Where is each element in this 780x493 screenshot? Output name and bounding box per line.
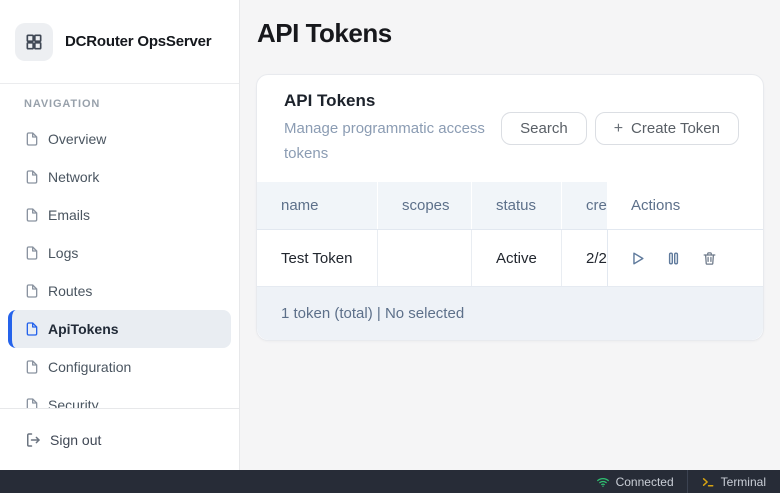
terminal-label: Terminal [721,475,766,489]
sidebar: DCRouter OpsServer NAVIGATION Overview N… [0,0,240,470]
page-title: API Tokens [257,18,764,48]
card-subtitle: Manage programmatic access tokens [284,116,492,166]
file-icon [24,397,40,408]
main-content: API Tokens API Tokens Manage programmati… [240,0,780,470]
file-icon [24,207,40,223]
sidebar-item-apitokens[interactable]: ApiTokens [8,310,231,348]
row-actions [607,230,763,286]
plus-icon: + [614,120,623,138]
column-header-scopes[interactable]: scopes [378,182,472,229]
brand-title: DCRouter OpsServer [65,33,211,50]
card-header: API Tokens Manage programmatic access to… [257,75,763,182]
app-window: DCRouter OpsServer NAVIGATION Overview N… [0,0,780,470]
file-icon [24,131,40,147]
card-header-text: API Tokens Manage programmatic access to… [284,91,492,166]
terminal-button[interactable]: Terminal [688,470,780,493]
sidebar-item-label: Network [48,169,99,185]
actions-sticky-column: Actions [607,182,763,286]
card-header-actions: Search + Create Token [501,112,739,145]
sign-out-label: Sign out [50,432,101,448]
status-bar: Connected Terminal [0,470,780,493]
sidebar-item-label: Security [48,397,99,408]
search-button[interactable]: Search [501,112,587,145]
file-icon [24,245,40,261]
file-icon [24,169,40,185]
connection-status-label: Connected [616,475,674,489]
sidebar-item-label: Logs [48,245,78,261]
sidebar-item-label: Emails [48,207,90,223]
terminal-icon [701,475,715,489]
sidebar-item-overview[interactable]: Overview [0,120,239,158]
create-token-button[interactable]: + Create Token [595,112,739,145]
sidebar-brand: DCRouter OpsServer [0,0,239,84]
card-title: API Tokens [284,91,492,111]
cell-scopes [378,230,472,286]
cell-name: Test Token [257,230,378,286]
sidebar-nav: NAVIGATION Overview Network Emails Logs … [0,84,239,408]
connection-status: Connected [583,470,687,493]
sidebar-item-security[interactable]: Security [0,386,239,408]
sidebar-item-label: Configuration [48,359,131,375]
api-tokens-card: API Tokens Manage programmatic access to… [256,74,764,341]
file-icon [24,321,40,337]
delete-token-button[interactable] [701,250,718,267]
sidebar-item-label: ApiTokens [48,321,119,337]
sidebar-item-emails[interactable]: Emails [0,196,239,234]
sidebar-item-routes[interactable]: Routes [0,272,239,310]
file-icon [24,283,40,299]
sign-out-button[interactable]: Sign out [0,408,239,470]
sidebar-item-logs[interactable]: Logs [0,234,239,272]
file-icon [24,359,40,375]
sidebar-item-label: Routes [48,283,92,299]
sign-out-icon [24,431,42,449]
table-footer: 1 token (total) | No selected [257,286,763,340]
create-token-label: Create Token [631,120,720,137]
app-logo-icon [15,23,53,61]
pause-token-button[interactable] [665,250,682,267]
column-header-name[interactable]: name [257,182,378,229]
sidebar-item-network[interactable]: Network [0,158,239,196]
search-button-label: Search [520,120,568,137]
cell-status: Active [472,230,562,286]
wifi-icon [596,475,610,489]
activate-token-button[interactable] [629,250,646,267]
column-header-actions: Actions [607,182,763,230]
column-header-status[interactable]: status [472,182,562,229]
table-footer-text: 1 token (total) | No selected [281,305,464,322]
tokens-table: name scopes status created Test Token Ac… [257,182,763,286]
nav-section-label: NAVIGATION [0,98,239,110]
sidebar-item-configuration[interactable]: Configuration [0,348,239,386]
sidebar-item-label: Overview [48,131,106,147]
